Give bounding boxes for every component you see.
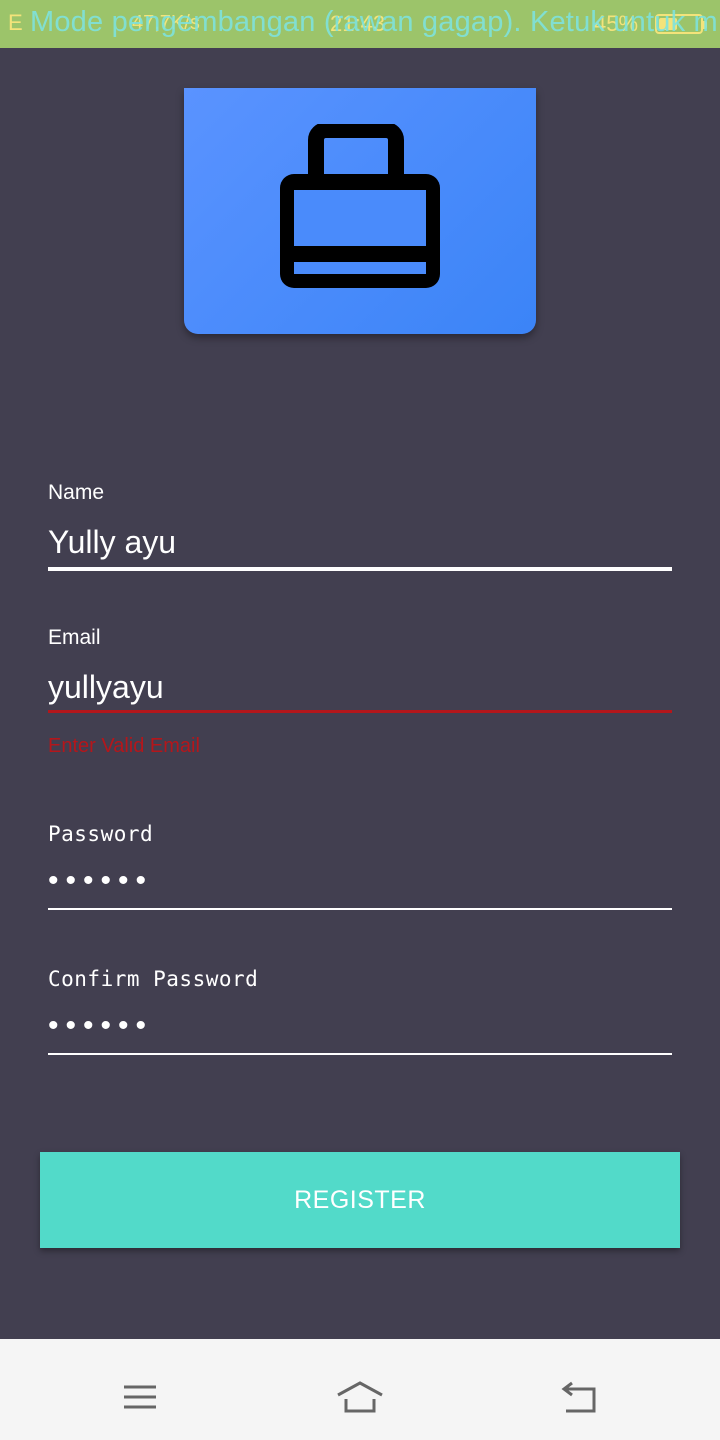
register-button[interactable]: REGISTER: [40, 1152, 680, 1248]
password-input[interactable]: ••••••: [48, 864, 672, 898]
status-left-indicator: E: [8, 10, 23, 35]
confirm-password-input[interactable]: ••••••: [48, 1009, 672, 1043]
email-input[interactable]: yullyayu: [48, 669, 672, 706]
confirm-password-underline: [48, 1053, 672, 1055]
home-icon[interactable]: [336, 1377, 384, 1417]
password-underline: [48, 908, 672, 910]
briefcase-icon: [280, 124, 440, 288]
confirm-password-label: Confirm Password: [48, 967, 259, 991]
name-underline: [48, 567, 672, 571]
email-error-message: Enter Valid Email: [48, 735, 200, 757]
menu-icon[interactable]: [116, 1377, 164, 1417]
app-logo: [184, 88, 536, 334]
name-input[interactable]: Yully ayu: [48, 524, 672, 561]
email-underline: [48, 710, 672, 713]
system-navigation-bar: [0, 1339, 720, 1440]
developer-mode-banner[interactable]: Mode pengembangan (rawan gagap). Ketuk u…: [30, 6, 720, 39]
back-icon[interactable]: [556, 1377, 604, 1417]
name-label: Name: [48, 481, 105, 504]
email-label: Email: [48, 626, 101, 649]
status-bar: E 47,7K/s 21:43 45% Mode pengembangan (r…: [0, 0, 720, 48]
password-label: Password: [48, 822, 154, 846]
